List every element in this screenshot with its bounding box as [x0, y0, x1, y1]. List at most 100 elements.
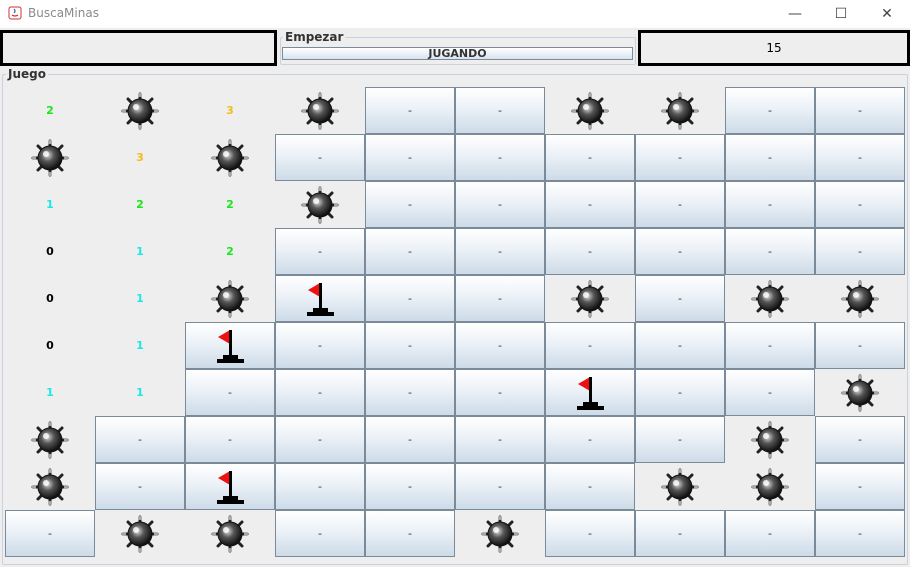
mine-cell [95, 510, 185, 557]
mine-cell [545, 87, 635, 134]
mine-icon [661, 468, 699, 505]
covered-cell[interactable]: - [275, 322, 365, 369]
covered-cell[interactable]: - [365, 510, 455, 557]
covered-cell[interactable]: - [275, 510, 365, 557]
covered-cell[interactable]: - [365, 181, 455, 228]
covered-cell[interactable]: - [365, 416, 455, 463]
close-button[interactable]: ✕ [864, 0, 910, 28]
minimize-button[interactable]: — [772, 0, 818, 28]
maximize-button[interactable]: ☐ [818, 0, 864, 28]
status-button[interactable]: JUGANDO [282, 47, 633, 60]
covered-cell[interactable]: - [455, 87, 545, 134]
covered-cell[interactable]: - [635, 322, 725, 369]
mine-icon [661, 92, 699, 129]
mine-icon [211, 139, 249, 176]
covered-cell[interactable]: - [635, 416, 725, 463]
covered-cell[interactable]: - [725, 322, 815, 369]
covered-cell[interactable]: - [275, 228, 365, 275]
covered-cell[interactable]: - [545, 181, 635, 228]
revealed-number-cell: 1 [136, 386, 144, 399]
covered-cell[interactable]: - [365, 369, 455, 416]
revealed-number-cell: 1 [136, 245, 144, 258]
mine-cell [725, 416, 815, 463]
mine-cell [545, 275, 635, 322]
covered-cell[interactable]: - [815, 463, 905, 510]
mine-icon [211, 280, 249, 317]
revealed-number-cell: 0 [46, 245, 54, 258]
covered-cell[interactable]: - [455, 134, 545, 181]
covered-cell[interactable]: - [725, 87, 815, 134]
covered-cell[interactable]: - [545, 416, 635, 463]
mine-icon [301, 92, 339, 129]
covered-cell[interactable]: - [635, 510, 725, 557]
covered-cell[interactable]: - [635, 275, 725, 322]
covered-cell[interactable]: - [455, 275, 545, 322]
flagged-cell[interactable] [275, 275, 365, 322]
covered-cell[interactable]: - [455, 181, 545, 228]
revealed-number-cell: 0 [46, 339, 54, 352]
covered-cell[interactable]: - [545, 228, 635, 275]
covered-cell[interactable]: - [365, 87, 455, 134]
mine-icon [841, 280, 879, 317]
covered-cell[interactable]: - [365, 463, 455, 510]
covered-cell[interactable]: - [815, 134, 905, 181]
covered-cell[interactable]: - [725, 510, 815, 557]
covered-cell[interactable]: - [725, 134, 815, 181]
covered-cell[interactable]: - [815, 87, 905, 134]
covered-cell[interactable]: - [185, 416, 275, 463]
mine-icon [751, 468, 789, 505]
covered-cell[interactable]: - [815, 322, 905, 369]
revealed-number-cell: 3 [136, 151, 144, 164]
mine-cell [95, 87, 185, 134]
mine-icon [571, 92, 609, 129]
covered-cell[interactable]: - [185, 369, 275, 416]
covered-cell[interactable]: - [545, 463, 635, 510]
mine-cell [185, 134, 275, 181]
covered-cell[interactable]: - [95, 463, 185, 510]
revealed-number-cell: 3 [226, 104, 234, 117]
mine-icon [31, 139, 69, 176]
mine-icon [121, 92, 159, 129]
covered-cell[interactable]: - [725, 369, 815, 416]
covered-cell[interactable]: - [455, 416, 545, 463]
covered-cell[interactable]: - [545, 510, 635, 557]
flagged-cell[interactable] [185, 322, 275, 369]
game-legend: Juego [6, 67, 48, 81]
covered-cell[interactable]: - [815, 416, 905, 463]
java-icon [8, 6, 22, 20]
covered-cell[interactable]: - [815, 510, 905, 557]
covered-cell[interactable]: - [635, 181, 725, 228]
covered-cell[interactable]: - [725, 228, 815, 275]
covered-cell[interactable]: - [545, 134, 635, 181]
covered-cell[interactable]: - [455, 369, 545, 416]
covered-cell[interactable]: - [815, 228, 905, 275]
covered-cell[interactable]: - [95, 416, 185, 463]
covered-cell[interactable]: - [365, 275, 455, 322]
timer-display: 15 [638, 30, 910, 66]
mine-icon [211, 515, 249, 552]
covered-cell[interactable]: - [365, 134, 455, 181]
covered-cell[interactable]: - [635, 369, 725, 416]
covered-cell[interactable]: - [455, 228, 545, 275]
covered-cell[interactable]: - [275, 416, 365, 463]
main-frame: Empezar JUGANDO 15 Juego 2 3 -- -- 3 - -… [0, 28, 910, 567]
covered-cell[interactable]: - [455, 463, 545, 510]
mine-cell [635, 463, 725, 510]
covered-cell[interactable]: - [365, 322, 455, 369]
covered-cell[interactable]: - [725, 181, 815, 228]
mine-icon [841, 374, 879, 411]
covered-cell[interactable]: - [545, 322, 635, 369]
covered-cell[interactable]: - [365, 228, 455, 275]
covered-cell[interactable]: - [275, 134, 365, 181]
revealed-number-cell: 1 [46, 198, 54, 211]
flagged-cell[interactable] [185, 463, 275, 510]
flagged-cell[interactable] [545, 369, 635, 416]
covered-cell[interactable]: - [455, 322, 545, 369]
covered-cell[interactable]: - [5, 510, 95, 557]
covered-cell[interactable]: - [815, 181, 905, 228]
revealed-number-cell: 1 [46, 386, 54, 399]
covered-cell[interactable]: - [275, 463, 365, 510]
covered-cell[interactable]: - [275, 369, 365, 416]
covered-cell[interactable]: - [635, 134, 725, 181]
covered-cell[interactable]: - [635, 228, 725, 275]
